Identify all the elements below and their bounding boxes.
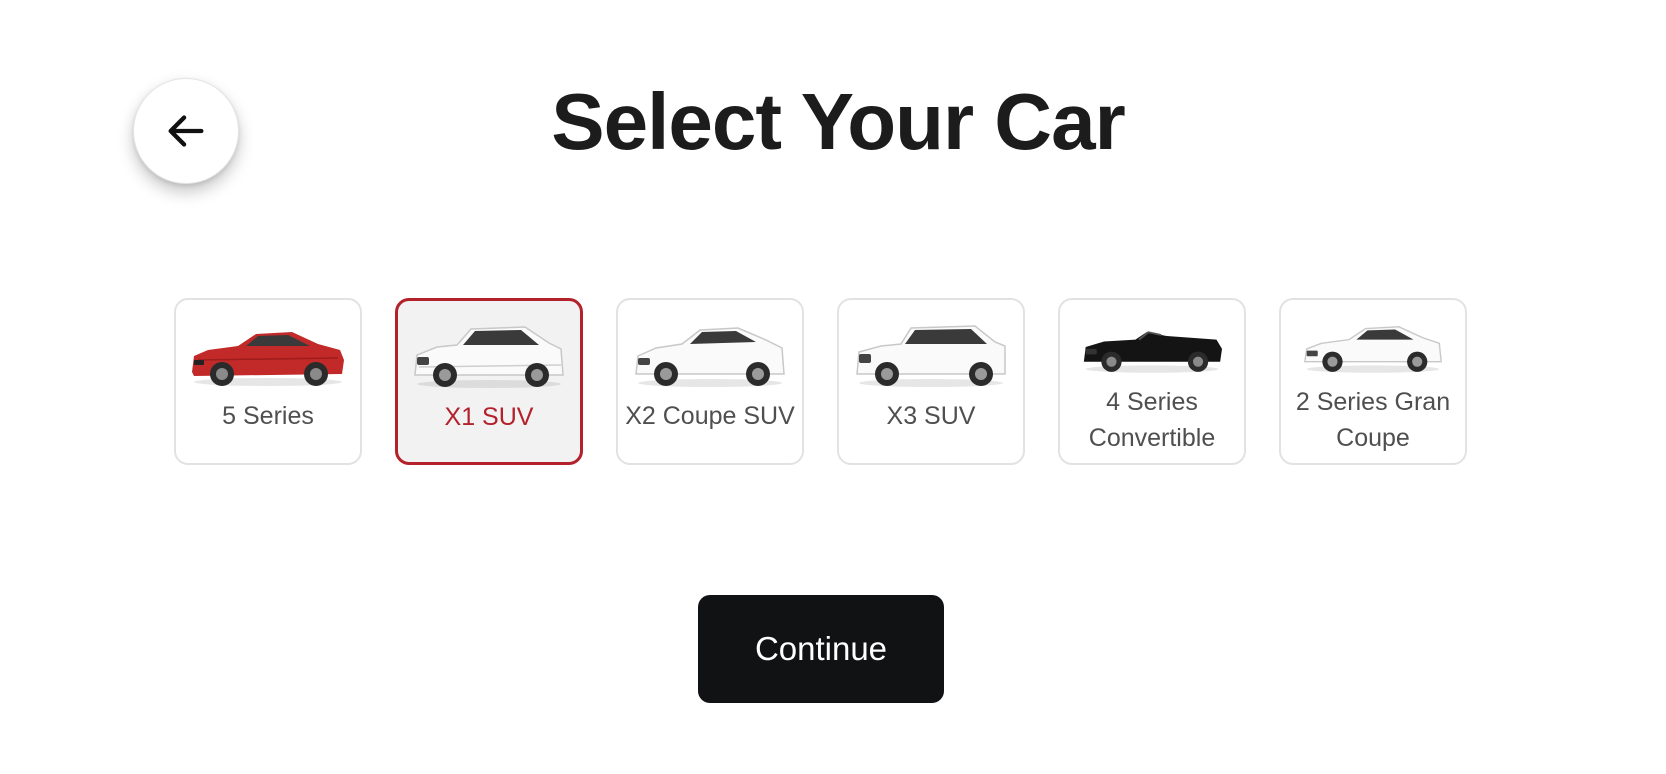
car-image-4-series-convertible bbox=[1083, 331, 1222, 373]
car-options: 5 Series X1 SUV X2 Coupe SUV X3 SUV 4 Se… bbox=[174, 298, 1467, 465]
car-card-x2-coupe-suv[interactable]: X2 Coupe SUV bbox=[616, 298, 804, 465]
car-image-x1-suv bbox=[414, 326, 564, 388]
car-image-x3-suv bbox=[856, 325, 1006, 387]
car-card-label: X3 SUV bbox=[886, 402, 976, 430]
continue-button[interactable]: Continue bbox=[698, 595, 944, 703]
car-card-label: 5 Series bbox=[222, 402, 314, 430]
car-card-label: X1 SUV bbox=[444, 403, 534, 431]
car-card-label: 2 Series Gran Coupe bbox=[1295, 388, 1451, 452]
car-card-x1-suv[interactable]: X1 SUV bbox=[395, 298, 583, 465]
car-card-label: 4 Series Convertible bbox=[1088, 388, 1216, 452]
select-car-page: Select Your Car 5 Series X1 SUV X2 Coupe… bbox=[0, 0, 1666, 774]
car-image-2-series-gran-coupe bbox=[1304, 326, 1442, 373]
car-card-2-series-gran-coupe[interactable]: 2 Series Gran Coupe bbox=[1279, 298, 1467, 465]
car-card-4-series-convertible[interactable]: 4 Series Convertible bbox=[1058, 298, 1246, 465]
car-image-x2-coupe-suv bbox=[635, 327, 785, 387]
car-card-5-series[interactable]: 5 Series bbox=[174, 298, 362, 465]
page-title: Select Your Car bbox=[551, 77, 1125, 166]
car-image-5-series bbox=[192, 332, 344, 386]
arrow-left-icon bbox=[168, 115, 204, 147]
car-card-label: X2 Coupe SUV bbox=[625, 402, 795, 430]
car-card-x3-suv[interactable]: X3 SUV bbox=[837, 298, 1025, 465]
back-button[interactable] bbox=[133, 78, 239, 184]
